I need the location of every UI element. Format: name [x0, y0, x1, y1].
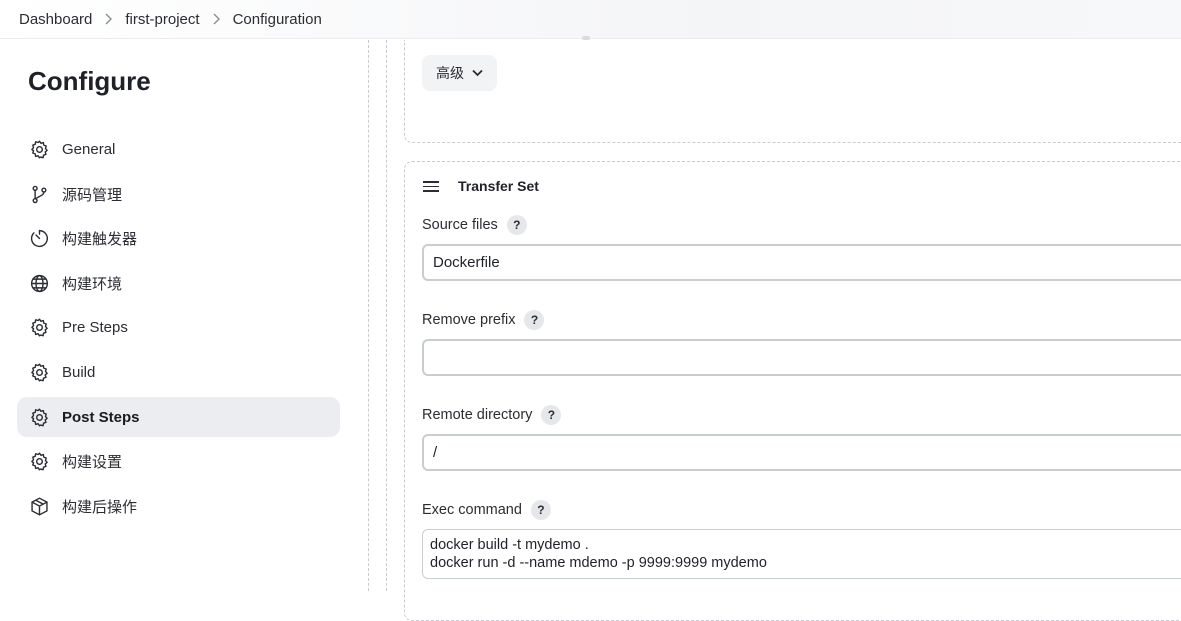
breadcrumb-configuration[interactable]: Configuration	[233, 11, 322, 28]
globe-icon	[28, 272, 50, 294]
exec-command-label: Exec command ?	[422, 500, 551, 520]
server-section-box	[404, 40, 1181, 143]
gear-icon	[28, 316, 50, 338]
gear-icon	[28, 450, 50, 472]
sidebar-item-label: 构建后操作	[62, 498, 138, 516]
package-icon	[28, 495, 50, 517]
help-icon[interactable]: ?	[524, 310, 545, 330]
advanced-button-label: 高级	[436, 65, 464, 81]
source-branch-icon	[28, 183, 50, 205]
config-sidebar: Configure General 源码管理 构建触发器 构建环境 Pre St…	[0, 40, 368, 591]
gear-icon	[28, 138, 50, 160]
sidebar-item-build-settings[interactable]: 构建设置	[17, 441, 340, 481]
sidebar-item-general[interactable]: General	[17, 129, 340, 169]
remove-prefix-label: Remove prefix ?	[422, 310, 545, 330]
sidebar-item-post-build-actions[interactable]: 构建后操作	[17, 486, 340, 526]
section-guide-line	[368, 40, 369, 591]
section-guide-line	[386, 40, 387, 591]
source-files-label-text: Source files	[422, 217, 498, 233]
exec-command-textarea[interactable]: docker build -t mydemo . docker run -d -…	[422, 529, 1181, 579]
breadcrumb-dashboard[interactable]: Dashboard	[19, 11, 92, 28]
remote-directory-input[interactable]	[422, 434, 1181, 471]
help-icon[interactable]: ?	[530, 500, 551, 520]
sidebar-item-label: Build	[62, 363, 96, 381]
sidebar-item-label: 构建触发器	[62, 230, 138, 248]
remote-directory-label-text: Remote directory	[422, 407, 533, 423]
gear-icon	[28, 361, 50, 383]
sidebar-item-build-triggers[interactable]: 构建触发器	[17, 218, 340, 258]
sidebar-item-label: Pre Steps	[62, 318, 128, 336]
sidebar-item-pre-steps[interactable]: Pre Steps	[17, 307, 340, 347]
sidebar-item-build-environment[interactable]: 构建环境	[17, 263, 340, 303]
advanced-button[interactable]: 高级	[422, 55, 497, 91]
exec-command-label-text: Exec command	[422, 502, 522, 518]
chevron-right-icon	[104, 13, 113, 25]
source-files-input[interactable]	[422, 244, 1181, 281]
drag-handle-icon[interactable]	[423, 181, 439, 193]
transfer-set-title: Transfer Set	[458, 178, 539, 194]
sidebar-item-label: Post Steps	[62, 408, 140, 426]
chevron-right-icon	[212, 13, 221, 25]
sidebar-item-label: General	[62, 140, 116, 158]
breadcrumb-first-project[interactable]: first-project	[125, 11, 199, 28]
sidebar-item-label: 构建设置	[62, 453, 123, 471]
chevron-down-icon	[472, 69, 483, 77]
sidebar-item-label: 源码管理	[62, 186, 123, 204]
timer-icon	[28, 227, 50, 249]
sidebar-item-label: 构建环境	[62, 275, 123, 293]
remove-prefix-input[interactable]	[422, 339, 1181, 376]
page-title: Configure	[28, 66, 151, 96]
help-icon[interactable]: ?	[506, 215, 527, 235]
sidebar-item-build[interactable]: Build	[17, 352, 340, 392]
remove-prefix-label-text: Remove prefix	[422, 312, 516, 328]
gear-icon	[28, 406, 50, 428]
clipped-help-text	[582, 22, 802, 40]
remote-directory-label: Remote directory ?	[422, 405, 562, 425]
sidebar-item-post-steps[interactable]: Post Steps	[17, 397, 340, 437]
sidebar-item-source-management[interactable]: 源码管理	[17, 174, 340, 214]
help-icon[interactable]: ?	[541, 405, 562, 425]
source-files-label: Source files ?	[422, 215, 527, 235]
